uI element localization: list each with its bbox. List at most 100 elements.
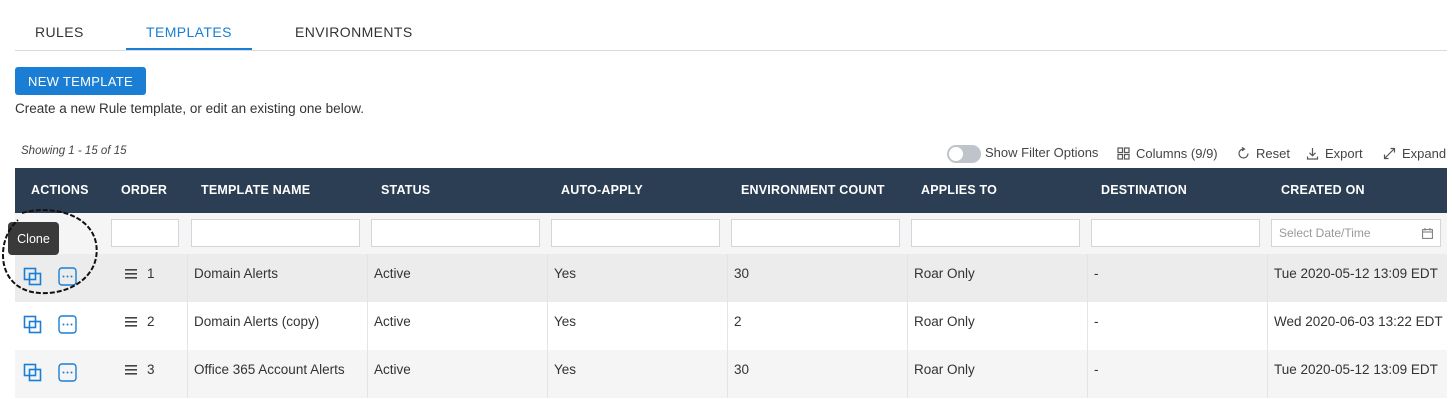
table-header: ACTIONS ORDER TEMPLATE NAME STATUS AUTO-… [15,168,1447,213]
col-order[interactable]: ORDER [121,183,167,197]
tab-environments[interactable]: ENVIRONMENTS [295,24,413,40]
column-divider [1267,254,1268,302]
columns-icon [1117,147,1130,160]
toggle-knob [949,147,963,161]
column-divider [727,350,728,398]
column-divider [1267,350,1268,398]
applies-to-value: Roar Only [914,266,975,281]
created-on-value: Tue 2020-05-12 13:09 EDT [1274,362,1438,377]
col-auto-apply[interactable]: AUTO-APPLY [561,183,643,197]
calendar-icon[interactable] [1422,227,1433,239]
expand-icon [1383,147,1396,160]
status-value: Active [374,314,411,329]
column-divider [187,254,188,302]
column-divider [1087,254,1088,302]
column-divider [1267,302,1268,350]
table-row[interactable]: 2 Domain Alerts (copy) Active Yes 2 Roar… [15,302,1447,350]
column-divider [907,350,908,398]
drag-handle-icon[interactable] [125,364,137,376]
created-on-value: Wed 2020-06-03 13:22 EDT [1274,314,1443,329]
col-created-on[interactable]: CREATED ON [1281,183,1365,197]
status-value: Active [374,362,411,377]
expand-button[interactable]: Expand [1383,146,1446,161]
status-value: Active [374,266,411,281]
auto-apply-filter-input[interactable] [551,219,720,247]
active-tab-indicator [126,48,252,50]
status-filter-input[interactable] [371,219,540,247]
filter-row: Select Date/Time [15,213,1447,255]
date-placeholder: Select Date/Time [1279,226,1371,240]
template-name-value[interactable]: Domain Alerts [194,266,278,281]
template-name-value[interactable]: Domain Alerts (copy) [194,314,319,329]
created-on-value: Tue 2020-05-12 13:09 EDT [1274,266,1438,281]
table-row[interactable]: 3 Office 365 Account Alerts Active Yes 3… [15,350,1447,398]
page-description: Create a new Rule template, or edit an e… [15,101,364,116]
template-name-value[interactable]: Office 365 Account Alerts [194,362,345,377]
environment-count-filter-input[interactable] [731,219,900,247]
column-divider [547,302,548,350]
environment-count-value: 2 [734,314,742,329]
column-divider [367,302,368,350]
columns-button[interactable]: Columns (9/9) [1117,146,1218,161]
applies-to-filter-input[interactable] [911,219,1080,247]
table-row[interactable]: 1 Domain Alerts Active Yes 30 Roar Only … [15,254,1447,302]
more-options-icon[interactable] [58,267,77,286]
column-divider [547,254,548,302]
col-environment-count[interactable]: ENVIRONMENT COUNT [741,183,885,197]
column-divider [727,254,728,302]
clone-tooltip: Clone [8,222,59,255]
order-value: 3 [147,362,155,377]
export-button[interactable]: Export [1306,146,1363,161]
created-on-filter-input[interactable]: Select Date/Time [1271,219,1441,247]
col-actions[interactable]: ACTIONS [31,183,89,197]
tab-bar: RULES TEMPLATES ENVIRONMENTS [15,0,1447,51]
tab-templates[interactable]: TEMPLATES [146,24,232,40]
download-icon [1306,148,1319,160]
column-divider [907,254,908,302]
col-destination[interactable]: DESTINATION [1101,183,1187,197]
reset-icon [1238,147,1249,159]
clone-icon[interactable] [23,315,42,334]
destination-value: - [1094,314,1099,329]
clone-icon[interactable] [23,267,42,286]
auto-apply-value: Yes [554,362,577,377]
column-divider [907,302,908,350]
col-status[interactable]: STATUS [381,183,430,197]
template-name-filter-input[interactable] [191,219,360,247]
column-divider [187,350,188,398]
applies-to-value: Roar Only [914,362,975,377]
expand-label: Expand [1402,146,1447,161]
order-filter-input[interactable] [111,219,179,247]
column-divider [727,302,728,350]
environment-count-value: 30 [734,362,750,377]
more-options-icon[interactable] [58,363,77,382]
export-label: Export [1325,146,1363,161]
col-applies-to[interactable]: APPLIES TO [921,183,997,197]
destination-filter-input[interactable] [1091,219,1260,247]
destination-value: - [1094,362,1099,377]
results-count: Showing 1 - 15 of 15 [21,145,127,157]
more-options-icon[interactable] [58,315,77,334]
applies-to-value: Roar Only [914,314,975,329]
column-divider [1087,350,1088,398]
column-divider [367,254,368,302]
column-divider [547,350,548,398]
column-divider [1087,302,1088,350]
show-filter-label[interactable]: Show Filter Options [985,145,1098,160]
reset-button[interactable]: Reset [1237,146,1290,161]
reset-label: Reset [1256,146,1290,161]
show-filter-toggle[interactable] [947,145,981,163]
tab-rules[interactable]: RULES [35,24,84,40]
drag-handle-icon[interactable] [125,268,137,280]
column-divider [367,350,368,398]
col-template-name[interactable]: TEMPLATE NAME [201,183,310,197]
order-value: 1 [147,266,155,281]
clone-icon[interactable] [23,363,42,382]
destination-value: - [1094,266,1099,281]
new-template-button[interactable]: NEW TEMPLATE [15,67,146,95]
column-divider [187,302,188,350]
columns-label: Columns (9/9) [1136,146,1218,161]
auto-apply-value: Yes [554,314,577,329]
drag-handle-icon[interactable] [125,316,137,328]
environment-count-value: 30 [734,266,750,281]
